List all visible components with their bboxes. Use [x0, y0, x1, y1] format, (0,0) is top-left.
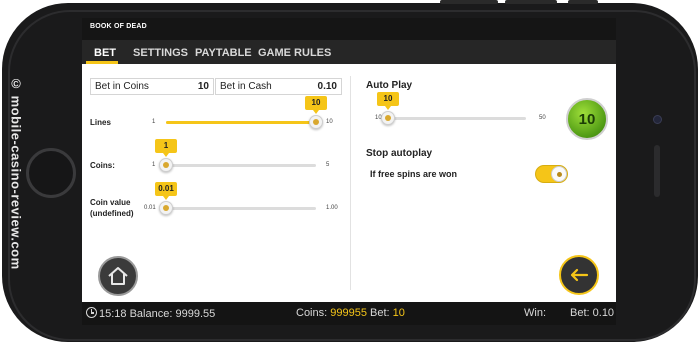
autoplay-max: 50: [539, 115, 546, 121]
game-screen: BOOK OF DEAD BET SETTINGS PAYTABLE GAME …: [82, 18, 616, 325]
bet-in-cash-box: Bet in Cash 0.10: [215, 78, 342, 95]
front-camera: [653, 115, 662, 124]
balance-label: Balance:: [129, 308, 173, 320]
bet-in-coins-box: Bet in Coins 10: [90, 78, 214, 95]
tab-settings[interactable]: SETTINGS: [133, 40, 188, 64]
watermark: © mobile-casino-review.com: [8, 76, 24, 270]
coins-status-label: Coins:: [296, 307, 328, 319]
clock-time: 15:18: [99, 308, 127, 320]
clock-balance: 15:18 Balance: 9999.55: [86, 307, 215, 320]
volume-button: [505, 0, 557, 4]
bet-in-coins-label: Bet in Coins: [95, 81, 149, 92]
coins-max: 5: [326, 162, 330, 168]
bet-status-label: Bet:: [370, 307, 390, 319]
coin-value-label-line2: (undefined): [90, 209, 134, 218]
bet-cash-value: 0.10: [592, 307, 615, 319]
lines-min: 1: [152, 119, 156, 125]
arrow-left-icon: [570, 268, 589, 282]
lines-label: Lines: [90, 118, 111, 127]
tab-paytable[interactable]: PAYTABLE: [195, 40, 252, 64]
coins-slider[interactable]: [166, 164, 316, 167]
coin-value-tag: 0.01: [155, 182, 177, 200]
win-label: Win:: [524, 307, 546, 319]
bet-status-value: 10: [392, 307, 405, 319]
lines-max: 10: [326, 119, 333, 125]
autoplay-value-tag: 10: [377, 92, 399, 110]
panel-divider: [350, 76, 351, 290]
autoplay-slider[interactable]: [388, 117, 526, 120]
lines-slider[interactable]: [166, 121, 316, 124]
bet-in-coins-value: 10: [197, 81, 209, 92]
back-button[interactable]: [559, 255, 599, 295]
bet-in-cash-value: 0.10: [317, 81, 337, 92]
home-button[interactable]: [98, 256, 138, 296]
tab-bar: BET SETTINGS PAYTABLE GAME RULES: [82, 40, 616, 64]
coin-value-slider-knob[interactable]: [159, 201, 173, 215]
toggle-knob: [551, 166, 567, 182]
autoplay-slider-knob[interactable]: [381, 111, 395, 125]
title-bar: BOOK OF DEAD: [82, 18, 616, 40]
tab-game-rules[interactable]: GAME RULES: [258, 40, 331, 64]
coins-bet-status: Coins: 999955 Bet: 10: [296, 307, 405, 319]
home-icon: [108, 267, 128, 285]
autoplay-title: Auto Play: [366, 80, 413, 91]
start-autoplay-button[interactable]: 10: [566, 98, 608, 140]
bet-cash-label: Bet:: [570, 307, 590, 319]
coins-label: Coins:: [90, 161, 115, 170]
stop-autoplay-title: Stop autoplay: [366, 148, 433, 159]
game-title: BOOK OF DEAD: [90, 23, 147, 30]
status-bar: 15:18 Balance: 9999.55 Coins: 999955 Bet…: [82, 302, 616, 325]
coins-status-value: 999955: [330, 307, 367, 319]
phone-home-button[interactable]: [26, 148, 76, 198]
phone-speaker: [654, 145, 660, 197]
coin-value-label-line1: Coin value: [90, 198, 131, 207]
coins-value-tag: 1: [155, 139, 177, 157]
lines-slider-knob[interactable]: [309, 115, 323, 129]
lines-value-tag: 10: [305, 96, 327, 114]
active-tab-indicator: [86, 61, 118, 64]
coin-value-max: 1.00: [326, 205, 338, 211]
power-button: [568, 0, 598, 4]
free-spins-label: If free spins are won: [370, 169, 458, 179]
volume-button: [440, 0, 498, 4]
coin-value-slider[interactable]: [166, 207, 316, 210]
clock-icon: [86, 307, 97, 318]
coins-min: 1: [152, 162, 156, 168]
free-spins-toggle[interactable]: [535, 165, 568, 183]
balance-value: 9999.55: [175, 308, 216, 320]
coin-value-label: Coin value (undefined): [90, 197, 134, 219]
bet-cash-status: Bet: 0.10: [570, 307, 614, 319]
lines-slider-fill: [166, 121, 316, 124]
coin-value-min: 0.01: [144, 205, 156, 211]
coins-slider-knob[interactable]: [159, 158, 173, 172]
bet-in-cash-label: Bet in Cash: [220, 81, 272, 92]
